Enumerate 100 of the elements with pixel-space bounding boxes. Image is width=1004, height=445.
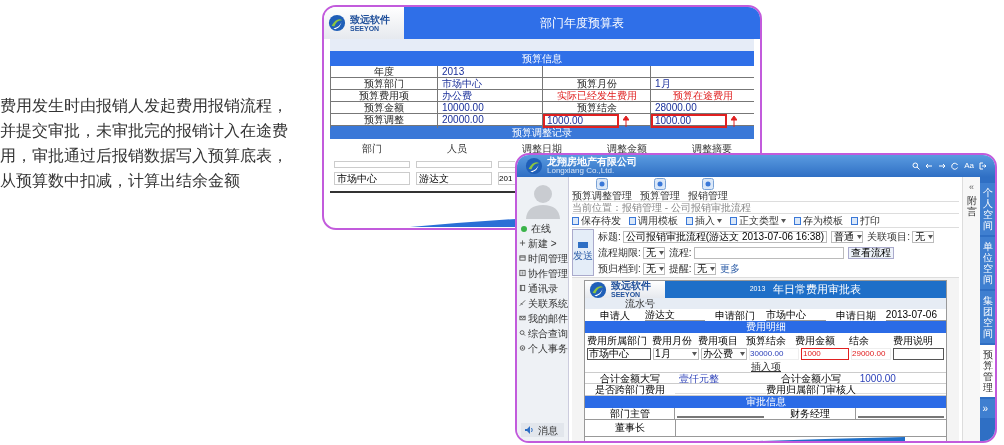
- view-flow-button[interactable]: 查看流程: [847, 246, 894, 259]
- caret-icon: [740, 351, 745, 356]
- column-heading: 费用项目: [697, 334, 739, 348]
- toolbar-button[interactable]: 插入: [686, 213, 722, 228]
- serial-label: 流水号: [625, 298, 655, 309]
- forward-icon[interactable]: [938, 162, 947, 170]
- caret-icon: [781, 218, 786, 223]
- sidebar-item[interactable]: 新建 >: [517, 236, 568, 250]
- refresh-icon[interactable]: [951, 162, 960, 170]
- amount-field[interactable]: 1000: [801, 347, 849, 360]
- caret-icon: [717, 218, 722, 223]
- document-icon: [794, 216, 801, 225]
- sidebar-item[interactable]: 个人事务: [517, 341, 568, 355]
- label-cell: 预算费用项: [330, 90, 437, 101]
- gear-icon: [702, 178, 714, 190]
- dropdown-field[interactable]: 无: [642, 246, 665, 259]
- input-field[interactable]: 市场中心: [334, 172, 410, 185]
- column-heading: 费用说明: [891, 334, 934, 348]
- description-paragraph: 费用发生时由报销人发起费用报销流程，并提交审批，未审批完的报销计入在途费用，审批通过后报销数据写入预算底表，从预算数中扣减，计算出结余金额: [0, 96, 289, 191]
- caret-icon: [927, 234, 933, 239]
- search-icon: [519, 329, 526, 337]
- dropdown-field[interactable]: 无: [693, 262, 716, 275]
- document-icon: [572, 216, 579, 225]
- dropdown-field[interactable]: 无: [642, 262, 665, 275]
- arrow-icon: [731, 115, 737, 127]
- toolbar-button[interactable]: 存为模板: [794, 213, 843, 228]
- sidebar-item[interactable]: 时间管理: [517, 251, 568, 265]
- field-label: 申请部门: [714, 309, 757, 321]
- rail-tab[interactable]: 个人空间: [980, 183, 995, 235]
- module-button[interactable]: 预算调整管理: [572, 178, 632, 201]
- calendar-icon: [519, 254, 526, 262]
- input-field[interactable]: [893, 347, 944, 360]
- document-icon: [730, 216, 737, 225]
- logout-icon[interactable]: [979, 162, 987, 170]
- toolbar-button[interactable]: 打印: [851, 213, 880, 228]
- toolbar-button[interactable]: 调用模板: [629, 213, 678, 228]
- gear-icon: [596, 178, 608, 190]
- label-cell: 预算结余: [542, 102, 650, 113]
- text-field[interactable]: 公司报销审批流程(游达文 2013-07-06 16:38): [622, 230, 828, 243]
- sidebar-item[interactable]: 综合查询: [517, 326, 568, 340]
- mail-icon: [519, 314, 526, 322]
- field-label: 关联项目:: [867, 230, 910, 244]
- font-size-control[interactable]: Aa: [964, 160, 974, 172]
- dropdown-field[interactable]: 1月: [653, 347, 699, 360]
- envelope-icon: [578, 242, 588, 248]
- input-field[interactable]: 市场中心: [587, 347, 651, 360]
- caret-icon: [658, 250, 664, 255]
- rail-tab[interactable]: 预算管理: [980, 345, 995, 397]
- column-heading: 人员: [446, 141, 469, 156]
- collapse-button[interactable]: «: [969, 181, 974, 195]
- field-label: 费用归属部门审核人: [765, 384, 856, 395]
- swirl-logo-icon: [525, 157, 543, 175]
- module-button[interactable]: 预算管理: [640, 178, 680, 201]
- sheet-title: 部门年度预算表: [540, 15, 624, 32]
- field-label: 标题:: [598, 230, 621, 244]
- dropdown-field[interactable]: 办公费: [701, 347, 747, 360]
- section-band: 预算信息: [330, 51, 754, 66]
- back-icon[interactable]: [925, 162, 934, 170]
- input-field[interactable]: 游达文: [416, 172, 492, 185]
- send-button[interactable]: 发送: [572, 229, 594, 276]
- highlighted-value: 1000.00: [543, 114, 619, 128]
- dropdown-field[interactable]: 无: [911, 230, 934, 243]
- field-label: 合计金额小写: [779, 373, 841, 384]
- value-cell: 1月: [650, 78, 754, 89]
- search-icon[interactable]: [912, 162, 921, 170]
- module-button[interactable]: 报销管理: [688, 178, 728, 201]
- label-cell: 预算部门: [330, 78, 437, 89]
- column-heading: 部门: [361, 141, 384, 156]
- column-heading: 结余: [848, 334, 870, 348]
- caret-icon: [692, 351, 697, 356]
- sidebar-item[interactable]: 通讯录: [517, 281, 568, 295]
- section-band: 审批信息: [585, 396, 946, 408]
- arrow-icon: [623, 115, 629, 127]
- toolbar-button[interactable]: 正文类型: [730, 213, 786, 228]
- rail-tab[interactable]: 单位空间: [980, 237, 995, 289]
- sidebar-item[interactable]: 关联系统: [517, 296, 568, 310]
- field-label: 流程期限:: [598, 246, 641, 260]
- field-label: 部门主管: [585, 408, 676, 419]
- company-name: 龙翔房地产有限公司: [547, 157, 637, 167]
- insert-link[interactable]: 插入项: [750, 361, 781, 372]
- column-heading: 调整摘要: [690, 141, 733, 156]
- annotation-text: 实际已经发生费用: [542, 90, 650, 101]
- rail-tab[interactable]: 集团空间: [980, 291, 995, 343]
- column-heading: 预算结余: [745, 334, 787, 348]
- message-button[interactable]: 消息: [521, 423, 564, 437]
- sidebar-item[interactable]: 协作管理: [517, 266, 568, 280]
- company-subtitle: Longxiang Co.,Ltd.: [547, 167, 615, 175]
- field-label: 流程:: [668, 246, 692, 260]
- more-link[interactable]: 更多: [719, 261, 740, 276]
- panel-label: 附言: [966, 194, 977, 217]
- field-label: 合计金额大写: [599, 373, 662, 384]
- sidebar-item[interactable]: 我的邮件: [517, 311, 568, 325]
- column-heading: 费用金额: [794, 334, 836, 348]
- dropdown-field[interactable]: 普通: [831, 230, 864, 243]
- caret-icon: [857, 234, 863, 239]
- breadcrumb: 当前位置：报销管理 - 公司报销审批流程: [572, 202, 959, 214]
- text-field[interactable]: [693, 246, 844, 259]
- field-label: 财务经理: [765, 408, 856, 419]
- toolbar-button[interactable]: 保存待发: [572, 213, 621, 228]
- rail-tab[interactable]: »: [980, 399, 995, 418]
